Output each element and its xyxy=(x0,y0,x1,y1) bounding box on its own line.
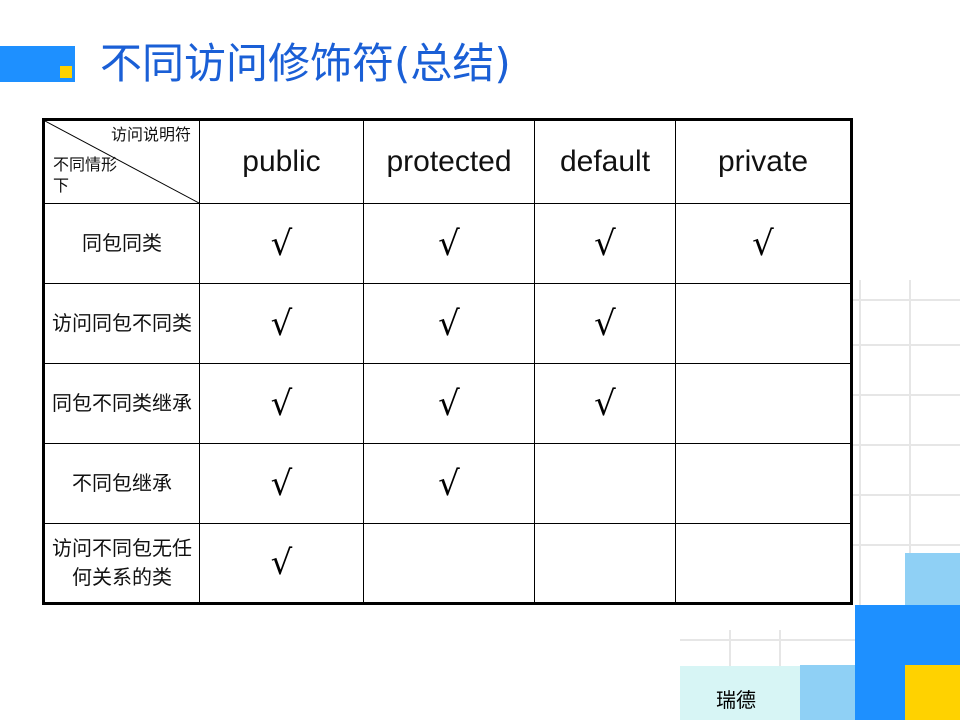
check-mark-icon: √ xyxy=(438,463,460,504)
cell-default xyxy=(534,523,676,604)
cell-protected xyxy=(363,523,535,604)
check-mark-icon: √ xyxy=(270,223,293,264)
slide-title: 不同访问修饰符(总结) xyxy=(100,39,511,88)
check-mark-icon: √ xyxy=(438,223,460,264)
cell-private xyxy=(675,363,852,444)
check-mark-icon: √ xyxy=(438,303,460,344)
cell-default xyxy=(534,443,676,524)
row-label: 访问不同包无任何关系的类 xyxy=(43,523,200,604)
check-mark-icon: √ xyxy=(438,383,460,424)
row-label: 同包不同类继承 xyxy=(43,363,200,444)
table-header-row: 访问说明符 不同情形下 public protected default pri… xyxy=(43,119,852,204)
cell-default: √ xyxy=(534,283,676,364)
check-mark-icon: √ xyxy=(752,223,774,264)
cell-default: √ xyxy=(534,203,676,284)
row-label: 访问同包不同类 xyxy=(43,283,200,364)
corner-header-cell: 访问说明符 不同情形下 xyxy=(43,119,200,204)
cell-private: √ xyxy=(675,203,852,284)
check-mark-icon: √ xyxy=(594,383,616,424)
column-header-protected: protected xyxy=(363,119,535,204)
table-row: 同包不同类继承 √ √ √ xyxy=(43,363,852,444)
access-modifier-table: 访问说明符 不同情形下 public protected default pri… xyxy=(42,118,853,605)
cell-default: √ xyxy=(534,363,676,444)
title-accent-square xyxy=(60,66,72,78)
column-header-private: private xyxy=(675,119,852,204)
check-mark-icon: √ xyxy=(270,303,293,344)
table-row: 访问不同包无任何关系的类 √ xyxy=(43,523,852,604)
cell-public: √ xyxy=(199,523,364,604)
cell-protected: √ xyxy=(363,283,535,364)
cell-private xyxy=(675,283,852,364)
corner-bottom-label: 不同情形下 xyxy=(53,155,118,196)
cell-private xyxy=(675,443,852,524)
cell-public: √ xyxy=(199,443,364,524)
corner-top-label: 访问说明符 xyxy=(110,125,191,144)
column-header-public: public xyxy=(199,119,364,204)
cell-public: √ xyxy=(199,283,364,364)
check-mark-icon: √ xyxy=(594,303,616,344)
table-row: 不同包继承 √ √ xyxy=(43,443,852,524)
check-mark-icon: √ xyxy=(594,223,616,264)
cell-protected: √ xyxy=(363,443,535,524)
row-label: 同包同类 xyxy=(43,203,200,284)
table-row: 访问同包不同类 √ √ √ xyxy=(43,283,852,364)
cell-public: √ xyxy=(199,203,364,284)
cell-protected: √ xyxy=(363,363,535,444)
check-mark-icon: √ xyxy=(270,383,293,424)
column-header-default: default xyxy=(534,119,676,204)
table-row: 同包同类 √ √ √ √ xyxy=(43,203,852,284)
cell-protected: √ xyxy=(363,203,535,284)
cell-public: √ xyxy=(199,363,364,444)
row-label: 不同包继承 xyxy=(43,443,200,524)
check-mark-icon: √ xyxy=(270,543,293,583)
cell-private xyxy=(675,523,852,604)
check-mark-icon: √ xyxy=(270,463,293,504)
footer-label: 瑞德 xyxy=(716,688,756,712)
